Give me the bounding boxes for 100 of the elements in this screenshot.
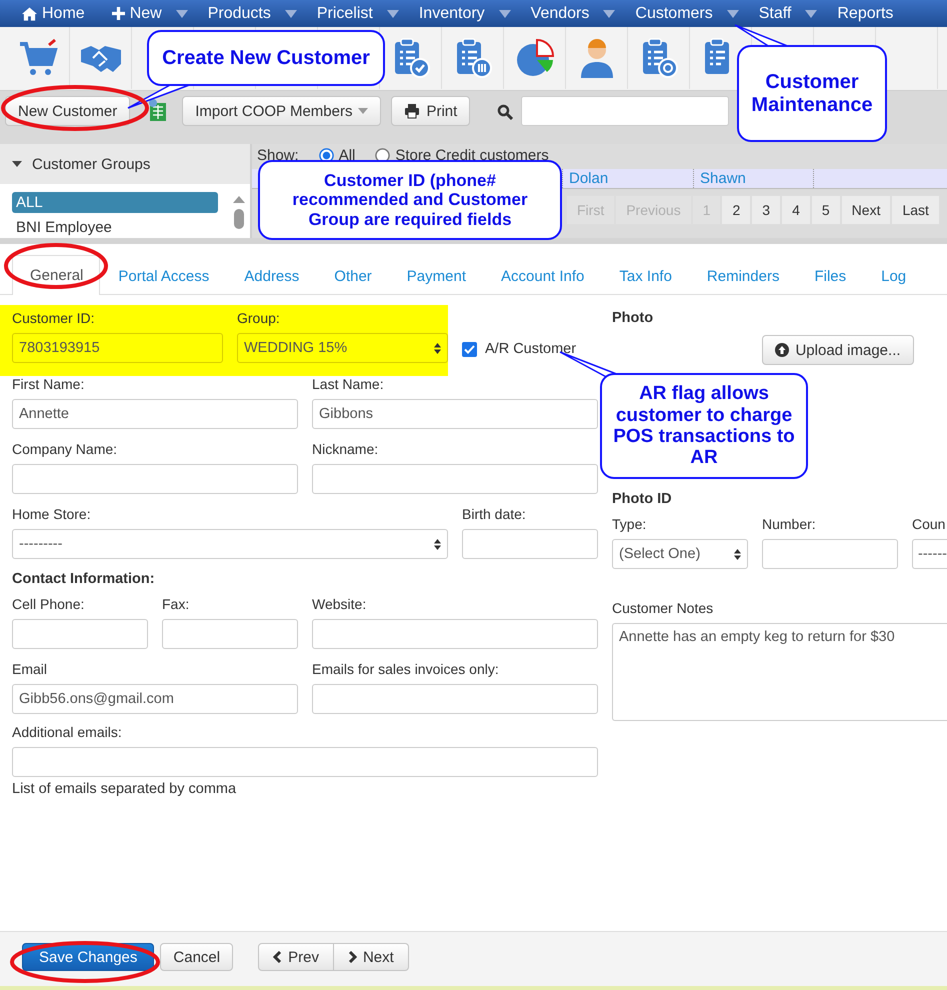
tab[interactable]: Reminders: [688, 256, 796, 295]
pager-button[interactable]: 5: [810, 195, 841, 225]
input-field[interactable]: [462, 529, 598, 559]
notes-field[interactable]: Annette has an empty keg to return for $30: [612, 623, 947, 721]
search-icon: [497, 104, 514, 120]
caret-icon: [386, 10, 399, 18]
select-field[interactable]: ------: [912, 539, 947, 569]
select-arrows-icon: [434, 342, 441, 354]
caret-icon: [603, 10, 616, 18]
select-arrows-icon: [434, 538, 441, 550]
field-label: Last Name:: [312, 376, 385, 392]
input-field[interactable]: [762, 539, 898, 569]
pager-button[interactable]: 4: [781, 195, 811, 225]
group-item[interactable]: ALL: [12, 192, 218, 213]
prev-button[interactable]: Prev: [258, 943, 334, 971]
input-field[interactable]: [312, 464, 598, 494]
table-cell: Shawn: [693, 169, 813, 188]
field-label: Number:: [762, 516, 817, 532]
checkbox[interactable]: [462, 342, 477, 356]
input-field[interactable]: Gibbons: [312, 399, 598, 429]
pager-button[interactable]: Next: [840, 195, 892, 225]
field-label: Customer Notes: [612, 600, 714, 616]
chevron-right-icon: [348, 951, 357, 963]
field-label: Email: [12, 661, 48, 677]
field-label: Customer ID:: [12, 310, 96, 326]
select-field[interactable]: ---------: [12, 529, 448, 559]
section-heading: Photo: [612, 310, 654, 326]
caret-icon: [358, 108, 368, 114]
tab[interactable]: Files: [796, 256, 864, 295]
home-icon: [22, 6, 37, 20]
callout: Customer ID (phone# recommended and Customer Group are required fields: [258, 160, 562, 240]
caret-icon[interactable]: [12, 159, 22, 169]
pager-button[interactable]: Last: [891, 195, 940, 225]
field-label: Coun: [912, 516, 946, 532]
panel-title: Customer Groups: [32, 156, 150, 172]
nav-link[interactable]: Home: [22, 4, 85, 22]
upload-button[interactable]: Upload image...: [762, 335, 914, 365]
field-label: Type:: [612, 516, 648, 532]
field-label: First Name:: [12, 376, 86, 392]
field-label: Group:: [237, 310, 281, 326]
pager-button[interactable]: 3: [751, 195, 782, 225]
nav-link[interactable]: Products: [208, 4, 297, 22]
print-button[interactable]: Print: [391, 96, 470, 126]
input-field[interactable]: [12, 747, 598, 777]
next-button[interactable]: Next: [334, 943, 409, 971]
section-heading: Contact Information:: [12, 571, 156, 587]
cancel-button[interactable]: Cancel: [160, 943, 234, 971]
tab[interactable]: Portal Access: [100, 256, 226, 295]
nav-link[interactable]: Reports: [837, 4, 894, 22]
input-field[interactable]: [312, 619, 598, 649]
new-customer-button[interactable]: New Customer: [5, 96, 130, 126]
field-label: Cell Phone:: [12, 596, 86, 612]
tab[interactable]: Other: [316, 256, 389, 295]
select-field[interactable]: WEDDING 15%: [237, 333, 448, 363]
caret-icon: [284, 10, 297, 18]
section-heading: Photo ID: [612, 491, 673, 507]
field-label: Nickname:: [312, 441, 380, 457]
import-button[interactable]: Import COOP Members: [182, 96, 382, 126]
nav-link[interactable]: New: [112, 4, 188, 22]
chevron-left-icon: [273, 951, 282, 963]
tab[interactable]: Tax Info: [601, 256, 689, 295]
caret-icon: [176, 10, 188, 18]
search-field[interactable]: [521, 96, 730, 126]
field-label: Additional emails:: [12, 724, 123, 740]
field-label: Company Name:: [12, 441, 118, 457]
tab[interactable]: Address: [226, 256, 316, 295]
input-field[interactable]: [312, 684, 598, 714]
plus-icon: [112, 7, 125, 20]
input-field[interactable]: Gibb56.ons@gmail.com: [12, 684, 298, 714]
pager-button[interactable]: 2: [721, 195, 752, 225]
nav-link[interactable]: Customers: [635, 4, 739, 22]
select-field[interactable]: (Select One): [612, 539, 748, 569]
caret-icon: [805, 10, 818, 18]
printer-icon: [404, 103, 420, 119]
field-label: Emails for sales invoices only:: [312, 661, 500, 677]
input-field[interactable]: 7803193915: [12, 333, 223, 363]
input-field[interactable]: Annette: [12, 399, 298, 429]
group-item[interactable]: BNI Employee: [12, 217, 218, 238]
field-label: Home Store:: [12, 506, 92, 522]
checkbox-label: A/R Customer: [485, 341, 576, 357]
spreadsheet-icon[interactable]: [147, 98, 168, 122]
tab[interactable]: Log: [863, 256, 924, 295]
nav-link[interactable]: Inventory: [418, 4, 511, 22]
caret-icon: [726, 10, 739, 18]
select-arrows-icon: [734, 548, 741, 560]
field-label: Birth date:: [462, 506, 527, 522]
input-field[interactable]: [12, 464, 298, 494]
field-label: Website:: [312, 596, 368, 612]
nav-link[interactable]: Pricelist: [316, 4, 399, 22]
nav-link[interactable]: Vendors: [530, 4, 616, 22]
callout: AR flag allows customer to charge POS transactions to AR: [600, 373, 808, 479]
nav-link[interactable]: Staff: [758, 4, 818, 22]
input-field[interactable]: [12, 619, 148, 649]
help-text: List of emails separated by comma: [12, 781, 238, 797]
input-field[interactable]: [162, 619, 298, 649]
field-label: Fax:: [162, 596, 190, 612]
tab[interactable]: Account Info: [483, 256, 602, 295]
upload-icon: [775, 343, 790, 357]
tab[interactable]: Payment: [388, 256, 483, 295]
caret-icon: [498, 10, 511, 18]
